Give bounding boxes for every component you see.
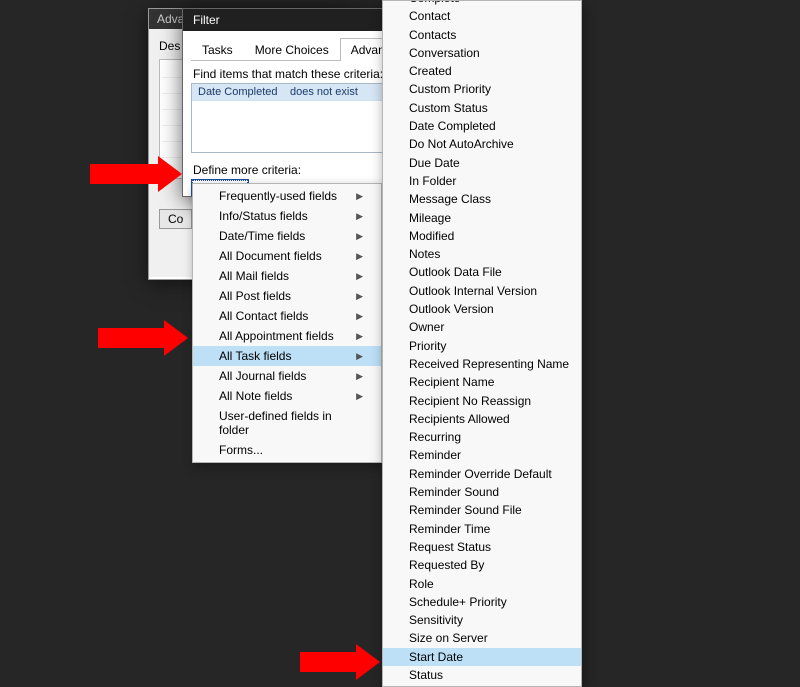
menu-item-label: Info/Status fields: [219, 209, 308, 223]
annotation-arrow: [98, 320, 188, 356]
task-fields-menu: CompleteContactContactsConversationCreat…: [382, 0, 582, 687]
submenu-arrow-icon: ▶: [356, 391, 363, 402]
task-field-item[interactable]: Custom Status: [383, 99, 581, 117]
task-field-item[interactable]: Outlook Internal Version: [383, 282, 581, 300]
menu-item-label: All Contact fields: [219, 309, 308, 323]
task-field-item[interactable]: Received Representing Name: [383, 355, 581, 373]
menu-item-label: Date/Time fields: [219, 229, 305, 243]
task-field-item[interactable]: Complete: [383, 0, 581, 7]
menu-item-label: All Task fields: [219, 349, 291, 363]
submenu-arrow-icon: ▶: [356, 311, 363, 322]
task-field-item[interactable]: Message Class: [383, 190, 581, 208]
menu-item-label: Frequently-used fields: [219, 189, 337, 203]
arrow-shaft: [98, 328, 164, 348]
arrow-shaft: [90, 164, 158, 184]
task-field-item[interactable]: Role: [383, 575, 581, 593]
task-field-item[interactable]: Reminder Time: [383, 520, 581, 538]
task-field-item[interactable]: Modified: [383, 227, 581, 245]
menu-item-label: User-defined fields in folder: [219, 409, 363, 437]
task-field-item[interactable]: Do Not AutoArchive: [383, 135, 581, 153]
field-category-item[interactable]: Frequently-used fields ▶: [193, 186, 381, 206]
arrow-head-icon: [164, 320, 188, 356]
submenu-arrow-icon: ▶: [356, 291, 363, 302]
menu-item-label: All Document fields: [219, 249, 322, 263]
field-category-menu: Frequently-used fields▶Info/Status field…: [192, 183, 382, 463]
task-field-item[interactable]: Recipients Allowed: [383, 410, 581, 428]
field-category-item[interactable]: All Journal fields ▶: [193, 366, 381, 386]
field-category-item[interactable]: All Note fields ▶: [193, 386, 381, 406]
tab-more-choices[interactable]: More Choices: [244, 38, 340, 61]
annotation-arrow: [90, 156, 182, 192]
submenu-arrow-icon: ▶: [356, 231, 363, 242]
criteria-col-condition: does not exist: [284, 84, 364, 100]
task-field-item[interactable]: Contacts: [383, 26, 581, 44]
task-field-item[interactable]: Size on Server: [383, 629, 581, 647]
arrow-head-icon: [158, 156, 182, 192]
task-field-item[interactable]: Contact: [383, 7, 581, 25]
field-category-item[interactable]: Forms...: [193, 440, 381, 460]
task-field-item[interactable]: Recurring: [383, 428, 581, 446]
task-field-item[interactable]: In Folder: [383, 172, 581, 190]
field-category-item[interactable]: All Appointment fields ▶: [193, 326, 381, 346]
submenu-arrow-icon: ▶: [356, 211, 363, 222]
submenu-arrow-icon: ▶: [356, 191, 363, 202]
field-category-item[interactable]: All Post fields ▶: [193, 286, 381, 306]
arrow-head-icon: [356, 644, 380, 680]
menu-item-label: All Mail fields: [219, 269, 289, 283]
task-field-item[interactable]: Reminder Sound File: [383, 501, 581, 519]
adv-button[interactable]: Co: [159, 209, 192, 229]
task-field-item[interactable]: Schedule+ Priority: [383, 593, 581, 611]
submenu-arrow-icon: ▶: [356, 271, 363, 282]
task-field-item[interactable]: Request Status: [383, 538, 581, 556]
task-field-item[interactable]: Priority: [383, 337, 581, 355]
task-field-item[interactable]: Custom Priority: [383, 80, 581, 98]
submenu-arrow-icon: ▶: [356, 251, 363, 262]
menu-item-label: Forms...: [219, 443, 263, 457]
submenu-arrow-icon: ▶: [356, 371, 363, 382]
task-field-item[interactable]: Mileage: [383, 209, 581, 227]
menu-item-label: All Post fields: [219, 289, 291, 303]
task-field-item[interactable]: Recipient No Reassign: [383, 392, 581, 410]
annotation-arrow: [300, 644, 380, 680]
menu-item-label: All Journal fields: [219, 369, 306, 383]
task-field-item[interactable]: Status: [383, 666, 581, 684]
task-field-item[interactable]: Recipient Name: [383, 373, 581, 391]
menu-item-label: All Note fields: [219, 389, 292, 403]
task-field-item[interactable]: Start Date: [383, 648, 581, 666]
task-field-item[interactable]: Outlook Data File: [383, 263, 581, 281]
arrow-shaft: [300, 652, 356, 672]
task-field-item[interactable]: Notes: [383, 245, 581, 263]
field-category-item[interactable]: All Document fields ▶: [193, 246, 381, 266]
task-field-item[interactable]: Date Completed: [383, 117, 581, 135]
task-field-item[interactable]: Conversation: [383, 44, 581, 62]
task-field-item[interactable]: Due Date: [383, 154, 581, 172]
submenu-arrow-icon: ▶: [356, 351, 363, 362]
task-field-item[interactable]: Created: [383, 62, 581, 80]
task-field-item[interactable]: Reminder Sound: [383, 483, 581, 501]
field-category-item[interactable]: Info/Status fields ▶: [193, 206, 381, 226]
field-category-item[interactable]: All Mail fields ▶: [193, 266, 381, 286]
menu-item-label: All Appointment fields: [219, 329, 334, 343]
task-field-item[interactable]: Reminder: [383, 446, 581, 464]
field-category-item[interactable]: All Contact fields ▶: [193, 306, 381, 326]
field-category-item[interactable]: User-defined fields in folder: [193, 406, 381, 440]
submenu-arrow-icon: ▶: [356, 331, 363, 342]
criteria-col-field: Date Completed: [192, 84, 284, 100]
task-field-item[interactable]: Sensitivity: [383, 611, 581, 629]
tab-tasks[interactable]: Tasks: [191, 38, 244, 61]
field-category-item[interactable]: All Task fields ▶: [193, 346, 381, 366]
task-field-item[interactable]: Owner: [383, 318, 581, 336]
task-field-item[interactable]: Outlook Version: [383, 300, 581, 318]
field-category-item[interactable]: Date/Time fields ▶: [193, 226, 381, 246]
task-field-item[interactable]: Reminder Override Default: [383, 465, 581, 483]
task-field-item[interactable]: Requested By: [383, 556, 581, 574]
